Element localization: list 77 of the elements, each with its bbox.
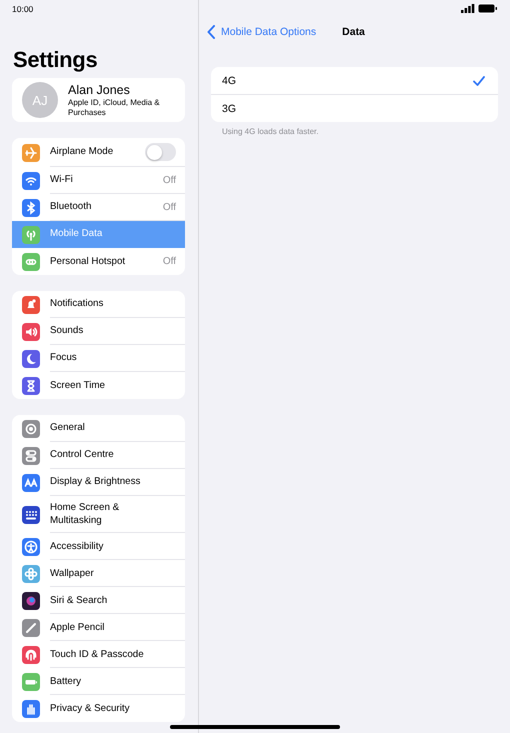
signal-icon <box>461 4 475 12</box>
item-label: Screen Time <box>50 378 105 392</box>
account-subtitle: Apple ID, iCloud, Media & Purchases <box>68 98 161 118</box>
flower-icon <box>22 564 40 583</box>
settings-item[interactable]: General <box>12 415 185 442</box>
text-size-icon <box>22 474 40 492</box>
settings-item[interactable]: Touch ID & Passcode <box>12 641 185 668</box>
back-button[interactable]: Mobile Data Options <box>207 25 316 39</box>
pencil-icon <box>22 618 40 637</box>
item-label: Sounds <box>50 324 84 338</box>
item-label: Home Screen & Multitasking <box>50 501 120 528</box>
avatar: AJ <box>22 82 58 118</box>
moon-icon <box>22 350 40 368</box>
hourglass-icon <box>22 376 40 394</box>
item-label: Display & Brightness <box>50 475 140 489</box>
item-label: Focus <box>50 351 77 365</box>
settings-item[interactable]: Privacy & Security <box>12 695 185 722</box>
chain-link-icon <box>22 252 40 270</box>
item-label: Battery <box>50 674 82 688</box>
item-label: Airplane Mode <box>50 145 114 159</box>
option-row[interactable]: 4G <box>211 67 498 95</box>
item-label: Privacy & Security <box>50 702 130 716</box>
item-label: Personal Hotspot <box>50 254 126 268</box>
item-value: Off <box>162 256 176 267</box>
item-value: Off <box>162 202 176 212</box>
toggle-switch[interactable] <box>145 143 176 161</box>
account-card[interactable]: AJ Alan Jones Apple ID, iCloud, Media & Purchases <box>12 78 185 122</box>
settings-item[interactable]: Control Centre <box>12 442 185 469</box>
item-label: Wi-Fi <box>50 173 73 187</box>
orb-icon <box>22 592 40 610</box>
settings-item[interactable]: Siri & Search <box>12 587 185 614</box>
account-name: Alan Jones <box>68 82 131 97</box>
item-label: Mobile Data <box>50 227 102 241</box>
item-label: Touch ID & Passcode <box>50 648 144 662</box>
page-title: Data <box>342 26 365 38</box>
bell-icon <box>22 296 40 314</box>
option-row[interactable]: 3G <box>211 95 498 122</box>
item-label: Notifications <box>50 297 104 311</box>
item-label: Accessibility <box>50 540 104 554</box>
settings-item[interactable]: Accessibility <box>12 533 185 560</box>
settings-item[interactable]: Screen Time <box>12 372 185 399</box>
app-grid-icon <box>22 506 40 524</box>
settings-item[interactable]: Home Screen & Multitasking <box>12 496 185 534</box>
settings-item[interactable]: Airplane Mode <box>12 138 185 167</box>
gear-icon <box>22 420 40 438</box>
item-label: General <box>50 421 85 435</box>
item-label: Control Centre <box>50 448 114 462</box>
item-label: Wallpaper <box>50 566 94 580</box>
antenna-icon <box>22 226 40 244</box>
person-circle-icon <box>22 538 40 556</box>
settings-item[interactable]: Wi-Fi Off <box>12 167 185 194</box>
settings-item[interactable]: Notifications <box>12 291 185 318</box>
option-label: 4G <box>222 74 236 86</box>
settings-item[interactable]: Sounds <box>12 318 185 345</box>
bluetooth-icon <box>22 198 40 216</box>
fingerprint-icon <box>22 646 40 664</box>
settings-item[interactable]: Personal Hotspot Off <box>12 248 185 275</box>
status-time: 10:00 <box>12 3 34 16</box>
item-label: Siri & Search <box>50 594 108 608</box>
item-value: Off <box>162 174 176 186</box>
chevron-left-icon <box>207 25 216 39</box>
airplane-icon <box>22 144 40 162</box>
battery-icon <box>22 672 40 691</box>
settings-item[interactable]: Battery <box>12 668 185 696</box>
item-label: Bluetooth <box>50 200 92 214</box>
battery-icon <box>478 4 498 12</box>
settings-item[interactable]: Wallpaper <box>12 560 185 588</box>
footer-note: Using 4G loads data faster. <box>221 126 320 138</box>
switches-icon <box>22 446 40 464</box>
speaker-icon <box>22 322 40 340</box>
sidebar-title: Settings <box>13 47 98 73</box>
option-label: 3G <box>222 102 236 114</box>
item-label: Apple Pencil <box>50 620 104 634</box>
settings-item[interactable]: Focus <box>12 345 185 372</box>
settings-item[interactable]: Display & Brightness <box>12 469 185 496</box>
settings-item[interactable]: Apple Pencil <box>12 614 185 642</box>
wifi-icon <box>22 172 40 190</box>
